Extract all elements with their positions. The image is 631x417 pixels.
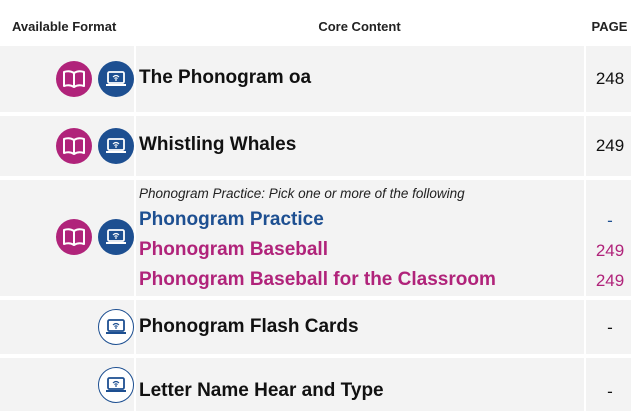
header-page: PAGE [591,19,628,34]
table-row: Phonogram Practice: Pick one or more of … [0,180,631,296]
table-row: Phonogram Flash Cards - [0,300,631,354]
book-icon [56,61,92,97]
digital-icon [98,61,134,97]
practice-link[interactable]: Phonogram Baseball [139,239,328,261]
table-row: Letter Name Hear and Type - [0,358,631,411]
page-number: 249 [595,271,625,290]
header-available-format: Available Format [12,19,117,34]
page-number: 248 [595,69,625,88]
format-icons [0,305,134,349]
content-title: Letter Name Hear and Type [139,380,384,401]
page-number: - [607,211,613,230]
table-row: The Phonogram oa 248 [0,46,631,112]
page-number: 249 [595,241,625,260]
format-icons [0,124,134,168]
table-row: Whistling Whales 249 [0,116,631,176]
format-icons [0,215,134,259]
practice-link[interactable]: Phonogram Practice [139,209,324,231]
practice-intro: Phonogram Practice: Pick one or more of … [139,186,465,201]
lesson-table: Available Format Core Content PAGE The P… [0,0,631,417]
format-icons [0,363,134,407]
digital-icon [98,219,134,255]
table-header: Available Format Core Content PAGE [0,10,631,43]
content-title: Whistling Whales [139,134,297,155]
digital-outline-icon [98,367,134,403]
content-title: Phonogram Flash Cards [139,316,359,337]
digital-outline-icon [98,309,134,345]
book-icon [56,128,92,164]
practice-link[interactable]: Phonogram Baseball for the Classroom [139,269,496,291]
page-number: - [607,318,613,337]
page-number: - [607,382,613,401]
book-icon [56,219,92,255]
header-core-content: Core Content [318,19,401,34]
format-icons [0,57,134,101]
page-number: 249 [595,136,625,155]
content-title: The Phonogram oa [139,67,312,88]
digital-icon [98,128,134,164]
